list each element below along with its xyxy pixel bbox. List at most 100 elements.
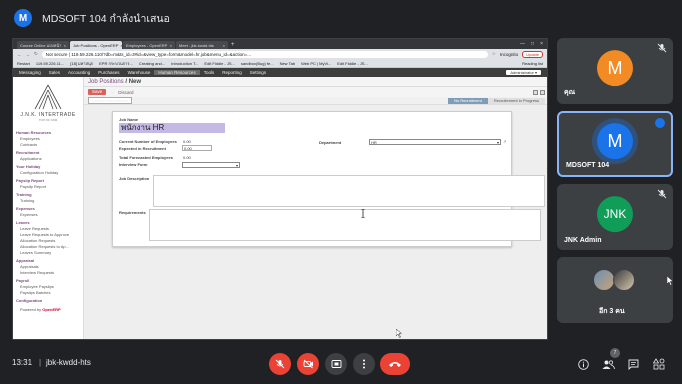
tab-close-icon[interactable]: × xyxy=(223,43,225,48)
star-icon[interactable]: ☆ xyxy=(492,51,496,57)
new-tab-button[interactable]: + xyxy=(231,41,235,49)
reload-icon[interactable]: ↻ xyxy=(34,51,38,57)
logo-mark-icon xyxy=(34,84,62,110)
launch-recruitment-button[interactable]: Launch Recruitment xyxy=(88,97,132,104)
menu-messaging[interactable]: Messaging xyxy=(15,70,45,75)
browser-tab-active[interactable]: Job Positions - OpenERP× xyxy=(70,41,122,49)
leave-call-button[interactable] xyxy=(380,353,410,375)
menu-sales[interactable]: Sales xyxy=(45,70,64,75)
participants-button[interactable] xyxy=(601,357,615,371)
save-button[interactable]: Save xyxy=(88,89,107,95)
bookmark[interactable]: New Tab xyxy=(280,61,296,66)
powered-by-brand[interactable]: OpenERP xyxy=(42,307,60,312)
bookmark[interactable]: Web PC | MyVi... xyxy=(301,61,331,66)
job-description-input[interactable] xyxy=(153,175,545,207)
external-link-icon[interactable]: ↗ xyxy=(503,139,506,144)
tab-close-icon[interactable]: × xyxy=(120,43,122,48)
bookmark[interactable]: [18] มหาสนุก xyxy=(70,60,93,67)
menu-purchases[interactable]: Purchases xyxy=(94,70,123,75)
sidebar-item[interactable]: Contracts xyxy=(20,142,83,147)
forward-icon[interactable]: → xyxy=(26,52,31,57)
menu-reporting[interactable]: Reporting xyxy=(218,70,246,75)
bookmark[interactable]: EPR กระบวนการ... xyxy=(99,60,133,67)
sidebar-item[interactable]: Payslip Report xyxy=(20,184,83,189)
expected-recruitment-input[interactable]: 0.00 xyxy=(182,145,212,151)
job-name-input[interactable]: พนักงาน HR xyxy=(119,123,225,133)
minimize-icon[interactable]: — xyxy=(520,39,525,49)
menu-tools[interactable]: Tools xyxy=(200,70,219,75)
sidebar-item[interactable]: Configuration Holiday xyxy=(20,170,83,175)
sidebar-section-heading[interactable]: Configuration xyxy=(16,298,83,303)
chat-button[interactable] xyxy=(626,357,640,371)
maximize-icon[interactable]: □ xyxy=(531,39,534,49)
stage-indicator: No Recruitment Recruitement in Progress xyxy=(448,97,545,104)
department-select[interactable]: HR ▾ xyxy=(369,139,501,145)
sidebar-section-heading[interactable]: Your Holiday xyxy=(16,164,83,169)
sidebar-item[interactable]: Allocation Requests xyxy=(20,238,83,243)
sidebar-section-heading[interactable]: Training xyxy=(16,192,83,197)
separator: | xyxy=(39,358,42,367)
participant-tile-jnk[interactable]: JNK JNK Admin xyxy=(557,184,673,250)
stage-no-recruitment[interactable]: No Recruitment xyxy=(448,97,488,104)
menu-accounting[interactable]: Accounting xyxy=(64,70,94,75)
browser-tab[interactable]: Employees - OpenERP × xyxy=(123,41,175,49)
sidebar-item[interactable]: Leaves Summary xyxy=(20,250,83,255)
bookmark[interactable]: Restart xyxy=(17,61,30,66)
sidebar-section-heading[interactable]: Recruitment xyxy=(16,150,83,155)
sidebar-item[interactable]: Training xyxy=(20,198,83,203)
more-options-button[interactable] xyxy=(353,353,375,375)
breadcrumb-parent[interactable]: Job Positions xyxy=(88,79,124,85)
browser-tab[interactable]: Course Online แบ่งหน้า × xyxy=(17,41,69,49)
present-screen-button[interactable] xyxy=(325,353,347,375)
menu-human-resources[interactable]: Human Resources xyxy=(154,70,200,75)
bookmark[interactable]: Edit Fiddle - JS... xyxy=(204,61,234,66)
bookmark[interactable]: Creating and... xyxy=(139,61,165,66)
discard-button[interactable]: Discard xyxy=(118,90,133,95)
sidebar-section-heading[interactable]: Human Resources xyxy=(16,130,83,135)
sidebar-item[interactable]: Leave Requests to Approve xyxy=(20,232,83,237)
activities-button[interactable] xyxy=(652,357,666,371)
back-icon[interactable]: ← xyxy=(17,52,22,57)
interview-form-select[interactable]: ▾ xyxy=(182,162,240,168)
reading-list[interactable]: Reading list xyxy=(522,61,543,66)
sidebar-item[interactable]: Payslips Batches xyxy=(20,290,83,295)
form-view-icon[interactable] xyxy=(540,89,545,95)
menu-settings[interactable]: Settings xyxy=(246,70,270,75)
user-menu[interactable]: Administrator ▾ xyxy=(506,70,541,75)
menu-warehouse[interactable]: Warehouse xyxy=(124,70,155,75)
update-button[interactable]: Update xyxy=(522,50,543,58)
mic-toggle-button[interactable] xyxy=(269,353,291,375)
sidebar-item[interactable]: Applications xyxy=(20,156,83,161)
sidebar-section-heading[interactable]: Expenses xyxy=(16,206,83,211)
sidebar-item[interactable]: Interview Requests xyxy=(20,270,83,275)
bookmark[interactable]: Edit Fiddle - JS... xyxy=(337,61,367,66)
participant-tile-presenter[interactable]: M MDSOFT 104 xyxy=(557,111,673,177)
sidebar-item[interactable]: Allocation Requests to Ap... xyxy=(20,244,83,249)
participant-tile-self[interactable]: M คุณ xyxy=(557,38,673,104)
stage-in-progress[interactable]: Recruitement in Progress xyxy=(487,97,545,104)
sidebar-item[interactable]: Employees xyxy=(20,136,83,141)
sidebar-section-heading[interactable]: Leaves xyxy=(16,220,83,225)
erp-body: J.N.K. INTERTRADE TOP OF NKM Human Resou… xyxy=(13,77,547,339)
browser-tab[interactable]: Meet - jbk-kwdd-hts × xyxy=(176,41,228,49)
sidebar-item[interactable]: Leave Requests xyxy=(20,226,83,231)
sidebar-item[interactable]: Expenses xyxy=(20,212,83,217)
requirements-input[interactable] xyxy=(149,209,541,241)
close-window-icon[interactable]: × xyxy=(540,39,543,49)
sidebar-section-heading[interactable]: Payroll xyxy=(16,278,83,283)
bookmark[interactable]: Introduction T... xyxy=(171,61,198,66)
camera-toggle-button[interactable] xyxy=(297,353,319,375)
sidebar-item[interactable]: Employee Payslips xyxy=(20,284,83,289)
bookmark[interactable]: sandbox(Bug) fe... xyxy=(241,61,274,66)
sidebar-section-heading[interactable]: Payslip Report xyxy=(16,178,83,183)
url-field[interactable]: Not secure | 119.59.226.110/?db=m&ts_id=… xyxy=(41,50,488,58)
list-view-icon[interactable] xyxy=(533,89,538,95)
participant-name: JNK Admin xyxy=(564,237,602,244)
participant-tile-others[interactable]: อีก 3 คน xyxy=(557,257,673,323)
sidebar-section-heading[interactable]: Appraisal xyxy=(16,258,83,263)
bookmark[interactable]: 119.59.226.11... xyxy=(36,61,64,66)
sidebar-item[interactable]: Appraisals xyxy=(20,264,83,269)
tab-close-icon[interactable]: × xyxy=(64,43,66,48)
tab-close-icon[interactable]: × xyxy=(170,43,172,48)
meeting-details-button[interactable] xyxy=(576,357,590,371)
